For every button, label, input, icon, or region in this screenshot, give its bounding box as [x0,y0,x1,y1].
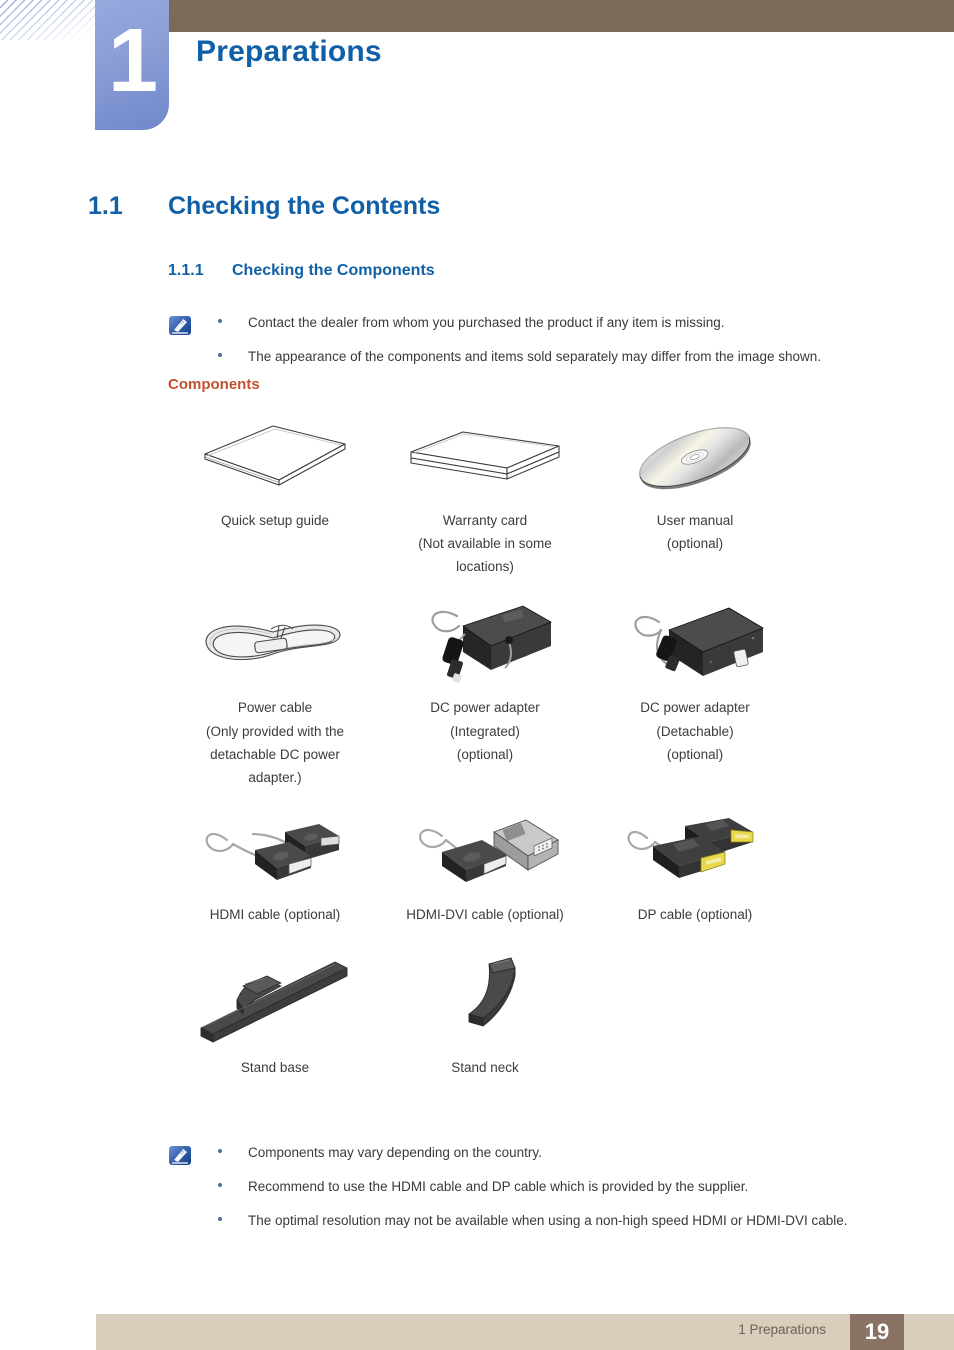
caption-line: DC power adapter [640,700,750,716]
component-item: Warranty card (Not available in some loc… [380,415,590,580]
footer-chapter-ref: 1 Preparations [738,1322,826,1337]
hdmi-dvi-cable-icon [398,809,573,895]
component-item: User manual (optional) [590,415,800,580]
note-bullet-list: Contact the dealer from whom you purchas… [218,313,821,368]
section-number: 1.1 [88,192,123,220]
note-bullet: Components may vary depending on the cou… [218,1143,848,1164]
note-pencil-icon [168,315,194,339]
chapter-title: Preparations [196,35,382,68]
caption-line: (optional) [666,746,724,762]
component-caption: Stand neck [451,1058,519,1081]
section-heading-1-1: 1.1 Checking the Contents [88,192,440,221]
note-bullet: Contact the dealer from whom you purchas… [218,313,821,334]
hdmi-cable-icon [193,809,358,895]
component-item: DC power adapter (Detachable) (optional) [590,602,800,791]
caption-line: DP cable (optional) [637,907,753,923]
note-bullet-text: The optimal resolution may not be availa… [248,1212,848,1228]
components-grid: Quick setup guide Warranty card (Not ava… [170,415,800,1081]
note-bullet-list: Components may vary depending on the cou… [218,1143,848,1232]
user-manual-disc-icon [630,415,760,501]
note-bullet-text: Recommend to use the HDMI cable and DP c… [248,1178,749,1194]
stand-base-icon [185,948,365,1044]
caption-line: (Not available in some [418,536,552,552]
note-bullet-text: Contact the dealer from whom you purchas… [248,315,725,330]
header-brown-bar [168,0,954,32]
component-caption: DC power adapter (Detachable) (optional) [640,698,750,767]
component-caption: HDMI cable (optional) [210,905,341,928]
bullet-dot-icon [218,319,222,323]
note-bullet: Recommend to use the HDMI cable and DP c… [218,1177,848,1198]
note-bullet-text: The appearance of the components and ite… [248,348,822,364]
quick-setup-guide-icon [195,415,355,501]
component-caption: Stand base [241,1058,309,1081]
components-row: Stand base Stand neck [170,948,800,1081]
caption-line: User manual [656,513,734,528]
bullet-dot-icon [218,1216,222,1221]
component-item: Stand base [170,948,380,1081]
component-caption: Power cable (Only provided with the deta… [206,698,344,791]
caption-line: HDMI cable (optional) [209,907,341,923]
bullet-dot-icon [218,1182,222,1187]
caption-line: (Only provided with the [205,723,345,739]
subsection-heading-1-1-1: 1.1.1 Checking the Components [168,262,435,280]
page-number-badge: 19 [850,1314,904,1350]
component-caption: Warranty card (Not available in some loc… [418,511,552,580]
header-hatch-pattern [0,0,96,40]
components-row: Power cable (Only provided with the deta… [170,602,800,791]
caption-line: Power cable [237,700,313,716]
stand-neck-icon [425,948,545,1044]
component-item: Quick setup guide [170,415,380,580]
component-caption: DP cable (optional) [638,905,753,928]
caption-line: Stand base [240,1060,310,1076]
note-bullet: The appearance of the components and ite… [218,347,821,368]
components-row: HDMI cable (optional) HDMI-DVI cable (op… [170,809,800,928]
component-caption: Quick setup guide [221,511,329,534]
component-item: HDMI cable (optional) [170,809,380,928]
component-caption: DC power adapter (Integrated) (optional) [430,698,540,767]
caption-line: (Integrated) [450,723,520,739]
components-row: Quick setup guide Warranty card (Not ava… [170,415,800,580]
note-box-top: Contact the dealer from whom you purchas… [168,313,821,368]
bullet-dot-icon [218,1149,222,1153]
subsection-number: 1.1.1 [168,262,204,279]
caption-line: Quick setup guide [220,513,330,528]
caption-line: adapter.) [248,769,302,785]
note-box-bottom: Components may vary depending on the cou… [168,1143,848,1232]
component-item: Power cable (Only provided with the deta… [170,602,380,791]
power-cable-icon [193,602,358,688]
component-item: DC power adapter (Integrated) (optional) [380,602,590,791]
component-item: HDMI-DVI cable (optional) [380,809,590,928]
section-title: Checking the Contents [168,192,441,220]
component-item-empty [590,948,800,1081]
component-caption: User manual (optional) [657,511,734,557]
note-bullet: The optimal resolution may not be availa… [218,1211,848,1232]
caption-line: DC power adapter [430,700,540,716]
note-pencil-icon [168,1145,194,1169]
dc-power-adapter-detachable-icon [615,602,775,688]
caption-line: Warranty card [442,513,528,528]
component-item: Stand neck [380,948,590,1081]
chapter-number-badge: 1 [95,0,169,130]
caption-line: (optional) [666,536,724,552]
subsection-title: Checking the Components [232,262,435,279]
component-caption: HDMI-DVI cable (optional) [406,905,564,928]
chapter-number: 1 [107,11,158,111]
note-bullet-text: Components may vary depending on the cou… [248,1145,542,1160]
bullet-dot-icon [218,352,222,357]
dc-power-adapter-integrated-icon [405,602,565,688]
caption-line: (optional) [456,746,514,762]
page-number: 19 [864,1319,890,1344]
caption-line: (Detachable) [656,723,734,739]
caption-line: HDMI-DVI cable (optional) [406,907,564,923]
dp-cable-icon [613,809,778,895]
caption-line: Stand neck [451,1060,519,1076]
warranty-card-icon [403,415,568,501]
components-label: Components [168,376,260,393]
component-item: DP cable (optional) [590,809,800,928]
caption-line: locations) [456,559,514,575]
caption-line: detachable DC power [210,746,340,762]
